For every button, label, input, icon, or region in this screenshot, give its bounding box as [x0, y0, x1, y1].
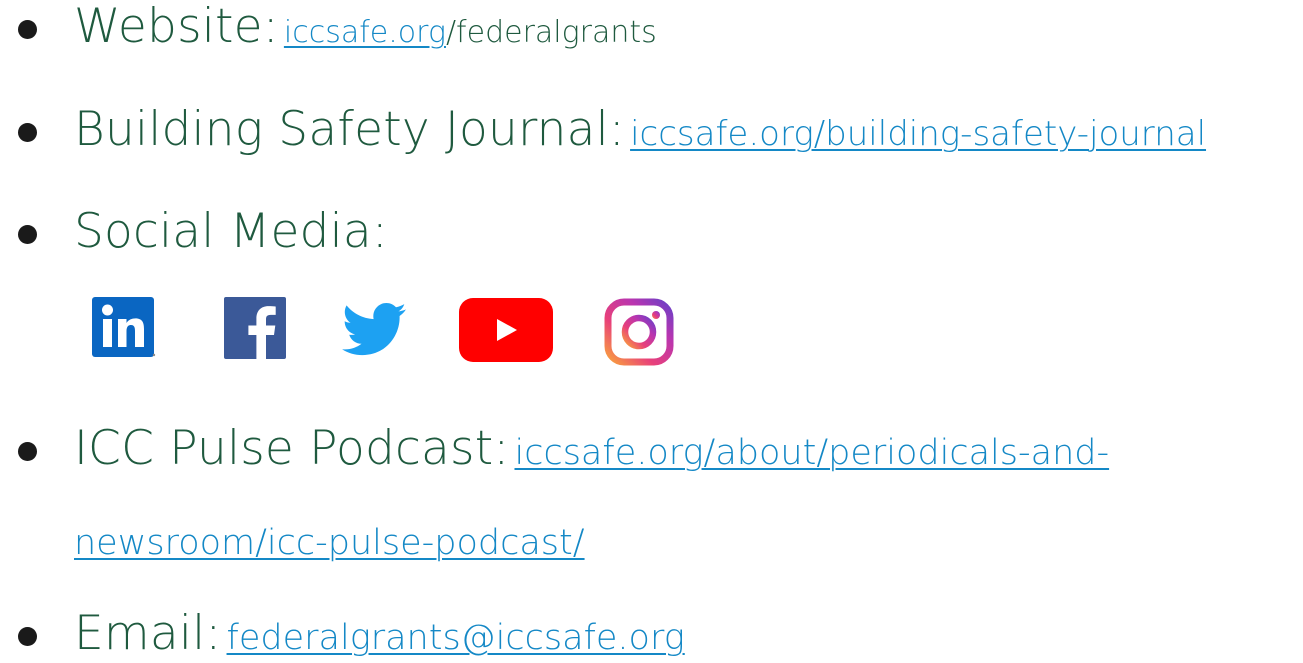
website-label: Website:	[74, 0, 279, 54]
journal-item: Building Safety Journal: iccsafe.org/bui…	[74, 106, 1206, 153]
email-item: Email: federalgrants@iccsafe.org	[74, 610, 685, 657]
email-link[interactable]: federalgrants@iccsafe.org	[227, 618, 685, 658]
website-link[interactable]: iccsafe.org	[284, 15, 446, 50]
instagram-icon[interactable]	[604, 298, 674, 366]
journal-link[interactable]: iccsafe.org/building-safety-journal	[630, 114, 1206, 154]
podcast-link-line2[interactable]: newsroom/icc-pulse-podcast/	[74, 523, 585, 563]
facebook-icon[interactable]	[224, 297, 286, 359]
bullet	[18, 225, 37, 244]
website-item: Website: iccsafe.org/federalgrants	[74, 3, 657, 50]
twitter-icon[interactable]	[342, 303, 406, 357]
website-path: /federalgrants	[445, 15, 657, 50]
journal-label: Building Safety Journal:	[74, 102, 625, 157]
podcast-item: ICC Pulse Podcast: iccsafe.org/about/per…	[74, 425, 1109, 472]
social-media-item: Social Media:	[74, 208, 388, 255]
social-media-label: Social Media:	[74, 204, 388, 259]
podcast-link-line1[interactable]: iccsafe.org/about/periodicals-and-	[514, 433, 1109, 473]
bullet	[18, 627, 37, 646]
email-label: Email:	[74, 606, 222, 661]
bullet	[18, 442, 37, 461]
linkedin-icon[interactable]	[92, 297, 156, 359]
podcast-label: ICC Pulse Podcast:	[74, 421, 510, 476]
bullet	[18, 20, 37, 39]
youtube-icon[interactable]	[459, 298, 553, 362]
podcast-item-line2: newsroom/icc-pulse-podcast/	[74, 526, 585, 561]
bullet	[18, 123, 37, 142]
